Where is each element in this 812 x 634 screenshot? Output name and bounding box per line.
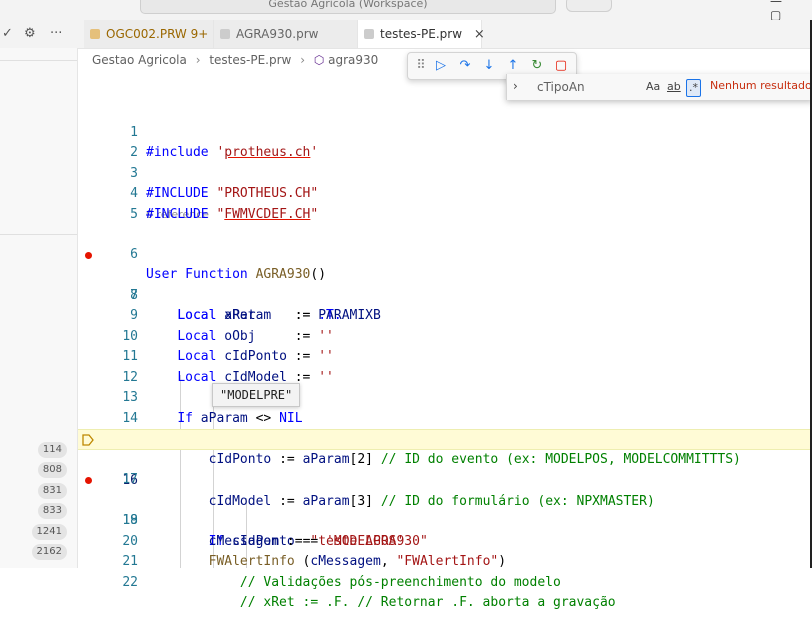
count-badge: 2162 — [31, 544, 67, 560]
gear-icon[interactable]: ⚙ — [24, 20, 36, 48]
code-line[interactable]: 19 cMessagem := "teste AGRA930" — [78, 491, 812, 549]
match-case-toggle[interactable]: Aa — [644, 79, 662, 95]
find-result-status: Nenhum resultado — [710, 79, 812, 92]
step-over-icon[interactable]: ↷ — [456, 57, 474, 75]
step-into-icon[interactable]: ↓ — [480, 57, 498, 75]
breadcrumb: Gestao Agricola › testes-PE.prw › ⬡ agra… — [92, 53, 378, 67]
close-icon[interactable]: × — [474, 27, 485, 42]
count-badge: 1241 — [31, 524, 67, 540]
code-line[interactable]: 9 Local oObj := '' — [78, 286, 812, 344]
line-number: 22 — [122, 574, 138, 590]
line-number: 5 — [130, 206, 138, 222]
debug-hover-value: "MODELPRE" — [212, 383, 301, 407]
file-icon — [220, 29, 230, 39]
code-line[interactable]: 22 // xRet := .F. // Retornar .F. aborta… — [78, 552, 812, 611]
code-line[interactable]: 8 Local xRet := .T. — [78, 265, 812, 324]
breadcrumb-file[interactable]: testes-PE.prw — [209, 53, 291, 67]
chevron-right-icon: › — [300, 53, 305, 67]
stop-icon[interactable]: ▢ — [552, 57, 570, 75]
restart-icon[interactable]: ↻ — [528, 57, 546, 75]
code-line[interactable]: 2 — [78, 123, 812, 160]
code-line[interactable]: 10 Local cIdPonto := '' — [78, 306, 812, 365]
divider — [0, 234, 77, 235]
regex-toggle[interactable]: .* — [686, 79, 701, 97]
code-line[interactable]: 6 User Function AGRA930() — [78, 224, 812, 283]
count-badge: 114 — [37, 442, 67, 458]
code-line[interactable]: 12 — [78, 347, 812, 385]
code-text: #INCLUDE "FWMVCDEF.CH" — [146, 206, 319, 222]
code-line[interactable]: 5 — [78, 184, 812, 222]
drag-handle-icon[interactable]: ⠿ — [412, 57, 430, 75]
find-widget: › cTipoAn Aa ab .* Nenhum resultado — [506, 74, 812, 100]
chevron-down-icon[interactable]: ✓ — [2, 20, 13, 48]
tab-label: testes-PE.prw — [380, 27, 463, 41]
code-line[interactable]: 21 // Validações pós-preenchimento do mo… — [78, 532, 812, 590]
count-badge: 833 — [37, 503, 67, 519]
step-out-icon[interactable]: ↑ — [504, 57, 522, 75]
tab-agra930[interactable]: AGRA930.prw — [214, 20, 358, 48]
whole-word-toggle[interactable]: ab — [665, 79, 683, 95]
file-icon — [90, 29, 100, 39]
chevron-right-icon[interactable]: › — [513, 79, 518, 93]
code-line[interactable]: 13 If aParam <> NIL — [78, 368, 812, 426]
symbol-icon: ⬡ — [313, 53, 325, 67]
tab-label: AGRA930.prw — [236, 27, 319, 41]
code-line[interactable]: 1 #include 'protheus.ch' — [78, 102, 812, 161]
code-text: // xRet := .F. // Retornar .F. aborta a … — [239, 595, 616, 610]
code-line[interactable]: 7 Local aParam := PARAMIXB — [78, 245, 812, 323]
chevron-right-icon: › — [195, 53, 201, 67]
side-panel: 114 808 831 833 1241 2162 — [0, 48, 78, 568]
tab-label: OGC002.PRW 9+ — [106, 27, 209, 41]
breakpoint-icon[interactable] — [85, 477, 92, 484]
code-line[interactable]: 4 #INCLUDE "FWMVCDEF.CH" — [78, 164, 812, 222]
code-line[interactable]: 20 FWAlertInfo (cMessagem, "FWAlertInfo"… — [78, 511, 812, 570]
editor-tab-bar: ✓ ⚙ ··· OGC002.PRW 9+ AGRA930.prw testes… — [0, 20, 812, 49]
copilot-button[interactable] — [566, 0, 612, 12]
code-text: // Validações pós-preenchimento do model… — [239, 574, 561, 590]
debug-pointer-icon — [82, 434, 94, 446]
code-editor[interactable]: 1 #include 'protheus.ch' 2 3 #INCLUDE "P… — [78, 100, 812, 610]
count-badge: 808 — [37, 462, 67, 478]
code-line[interactable]: 3 #INCLUDE "PROTHEUS.CH" — [78, 143, 812, 202]
breakpoint-icon[interactable] — [85, 251, 92, 259]
tab-testes-pe[interactable]: testes-PE.prw × — [358, 20, 485, 48]
current-execution-line[interactable]: 16 cIdModel := aParam[3] // ID do formul… — [78, 429, 812, 509]
title-bar: Gestao Agricola (Workspace) — ▢ — [0, 0, 812, 22]
code-line[interactable]: 15 cIdPonto := aParam[2] // ID do evento… — [78, 409, 812, 467]
tab-ogc002[interactable]: OGC002.PRW 9+ — [84, 20, 214, 48]
divider — [0, 60, 77, 61]
count-badge: 831 — [37, 483, 67, 499]
code-line[interactable]: 14 oObj := aParam[1] // Objeto do formul… — [78, 388, 812, 447]
code-line[interactable]: 17 — [78, 450, 812, 487]
more-actions-icon[interactable]: ··· — [50, 20, 62, 48]
breadcrumb-symbol[interactable]: agra930 — [328, 53, 378, 67]
command-center-search[interactable]: Gestao Agricola (Workspace) — [140, 0, 556, 14]
code-line[interactable]: 11 Local cIdModel := '' — [78, 327, 812, 385]
file-icon — [364, 29, 374, 39]
breadcrumb-root[interactable]: Gestao Agricola — [92, 53, 187, 67]
continue-icon[interactable]: ▷ — [432, 57, 450, 75]
code-line[interactable]: 18 If cIdPonto == 'MODELPOS' — [78, 470, 812, 549]
window-controls[interactable]: — ▢ — [770, 0, 812, 22]
